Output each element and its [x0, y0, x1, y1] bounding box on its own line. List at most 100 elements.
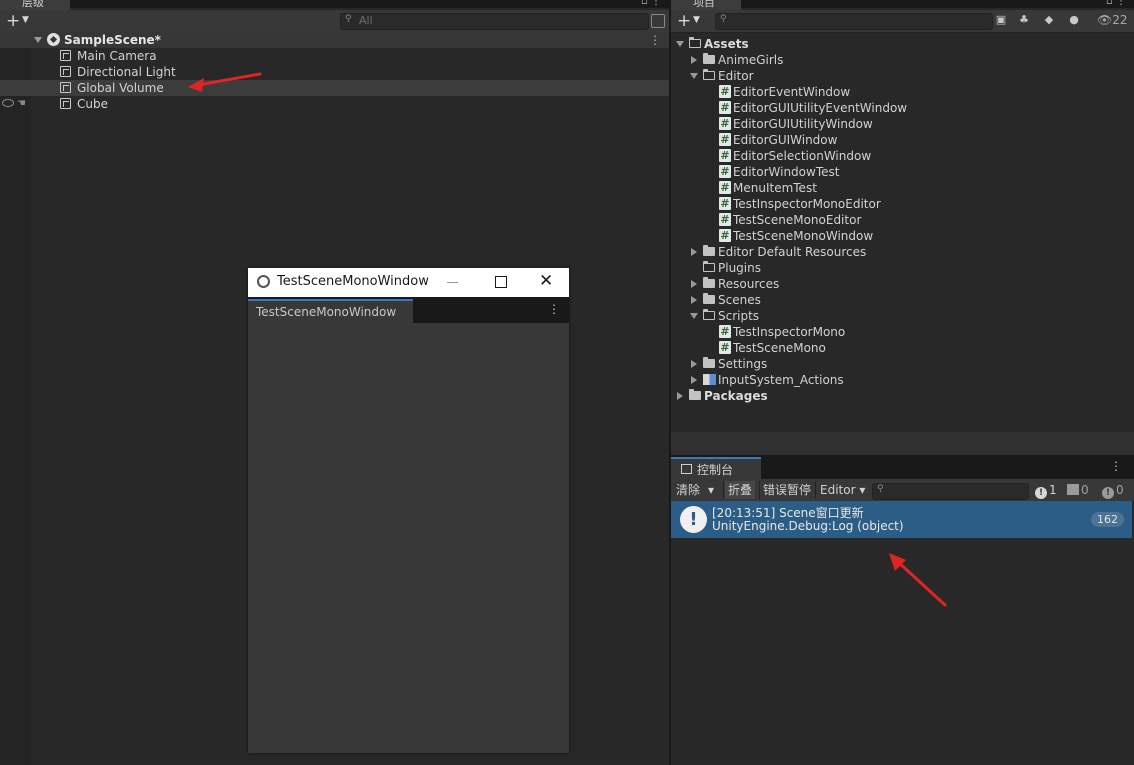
hierarchy-item-global-volume[interactable]: Global Volume: [0, 80, 669, 96]
search-filter-icon[interactable]: ▣: [994, 13, 1008, 27]
hierarchy-item-main-camera[interactable]: Main Camera: [0, 48, 669, 64]
filter-by-type-icon[interactable]: ♣: [1017, 13, 1031, 27]
error-count-toggle[interactable]: ! 0: [1102, 482, 1124, 499]
search-filter-icon[interactable]: [651, 14, 665, 28]
visibility-eye-icon[interactable]: [2, 99, 14, 107]
project-tree-item[interactable]: # MenuItemTest: [671, 180, 1134, 196]
console-menu-icon[interactable]: ⋮: [1110, 459, 1122, 473]
project-tree-item[interactable]: # EditorSelectionWindow: [671, 148, 1134, 164]
collapsed-arrow-icon[interactable]: [691, 376, 697, 384]
project-tree-item[interactable]: AnimeGirls: [671, 52, 1134, 68]
expanded-arrow-icon[interactable]: [690, 313, 698, 319]
hierarchy-item-directional-light[interactable]: Directional Light: [0, 64, 669, 80]
editor-target-dropdown[interactable]: Editor ▾: [817, 481, 868, 499]
expanded-arrow-icon[interactable]: [690, 73, 698, 79]
close-icon[interactable]: ✕: [539, 271, 553, 291]
hierarchy-item-label: Cube: [77, 97, 108, 111]
project-tree-item-label: Editor: [718, 69, 754, 83]
project-tree-item-label: TestSceneMonoWindow: [733, 229, 874, 243]
project-tree-item[interactable]: InputSystem_Actions: [671, 372, 1134, 388]
create-add-icon[interactable]: +: [6, 11, 20, 31]
hierarchy-item-cube[interactable]: ☚ Cube: [0, 96, 669, 112]
project-tree-item[interactable]: Plugins: [671, 260, 1134, 276]
warning-count-toggle[interactable]: 0: [1067, 482, 1089, 498]
window-menu-icon[interactable]: ⋮: [548, 302, 560, 316]
tab-test-scene-mono-window[interactable]: TestSceneMonoWindow: [248, 299, 413, 323]
hierarchy-tab-bar: [0, 0, 669, 8]
project-tab[interactable]: 项目: [671, 0, 741, 10]
search-icon: ⚲: [720, 14, 727, 24]
csharp-script-icon: #: [719, 149, 731, 162]
create-dropdown-icon[interactable]: ▼: [693, 15, 700, 25]
project-tree-item[interactable]: # TestSceneMono: [671, 340, 1134, 356]
filter-by-label-icon[interactable]: ◆: [1042, 13, 1056, 27]
hidden-count-value: 22: [1112, 13, 1128, 27]
hierarchy-visibility-gutter: [0, 32, 31, 765]
gameobject-cube-icon: [60, 50, 71, 61]
project-tree-item[interactable]: Editor Default Resources: [671, 244, 1134, 260]
project-tree-item[interactable]: # TestSceneMonoWindow: [671, 228, 1134, 244]
project-tree-item[interactable]: # EditorGUIUtilityWindow: [671, 116, 1134, 132]
error-pause-button[interactable]: 错误暂停: [760, 481, 814, 499]
folder-open-icon: [689, 37, 701, 48]
project-tree-item-label: Assets: [704, 37, 749, 51]
scene-menu-icon[interactable]: ⋮: [649, 32, 661, 48]
expanded-arrow-icon[interactable]: [676, 41, 684, 47]
collapse-button[interactable]: 折叠: [725, 481, 756, 499]
minimize-icon[interactable]: [447, 282, 458, 283]
panel-maximize-icon[interactable]: ▫ ⋮: [641, 0, 661, 7]
test-scene-mono-window[interactable]: TestSceneMonoWindow ✕ TestSceneMonoWindo…: [248, 268, 569, 753]
collapsed-arrow-icon[interactable]: [691, 360, 697, 368]
folder-icon: [703, 293, 715, 304]
console-search-input[interactable]: ⚲: [872, 483, 1029, 500]
project-tree-item[interactable]: # TestInspectorMonoEditor: [671, 196, 1134, 212]
filter-by-state-icon[interactable]: ●: [1067, 13, 1081, 27]
project-tree-item[interactable]: # TestSceneMonoEditor: [671, 212, 1134, 228]
error-count: 0: [1116, 483, 1124, 497]
project-tree-item[interactable]: Packages: [671, 388, 1134, 404]
project-tree-item[interactable]: # TestInspectorMono: [671, 324, 1134, 340]
collapsed-arrow-icon[interactable]: [691, 248, 697, 256]
collapsed-arrow-icon[interactable]: [677, 392, 683, 400]
create-dropdown-icon[interactable]: ▼: [22, 15, 29, 25]
hidden-packages-count[interactable]: 👁22: [1097, 13, 1128, 27]
collapsed-arrow-icon[interactable]: [691, 56, 697, 64]
project-tree-item[interactable]: # EditorEventWindow: [671, 84, 1134, 100]
console-log-entry[interactable]: ! [20:13:51] Scene窗口更新 UnityEngine.Debug…: [671, 501, 1132, 538]
project-tree-item[interactable]: Scenes: [671, 292, 1134, 308]
project-search-input[interactable]: ⚲: [715, 13, 993, 30]
project-tree-item[interactable]: # EditorWindowTest: [671, 164, 1134, 180]
hierarchy-search-input[interactable]: ⚲ All: [340, 13, 649, 30]
clear-button[interactable]: 清除: [673, 481, 703, 499]
project-tree-item[interactable]: Scripts: [671, 308, 1134, 324]
annotation-arrow-icon: [889, 553, 947, 607]
collapsed-arrow-icon[interactable]: [691, 296, 697, 304]
maximize-icon[interactable]: [495, 276, 507, 288]
project-tree-item-label: EditorGUIWindow: [733, 133, 838, 147]
search-icon: ⚲: [345, 14, 352, 24]
project-tree-item[interactable]: Resources: [671, 276, 1134, 292]
csharp-script-icon: #: [719, 325, 731, 338]
expand-arrow-icon[interactable]: [34, 37, 42, 43]
project-tree-item[interactable]: # EditorGUIWindow: [671, 132, 1134, 148]
tab-console[interactable]: 控制台: [671, 457, 761, 479]
create-add-icon[interactable]: +: [677, 11, 691, 31]
project-tree-item[interactable]: Editor: [671, 68, 1134, 84]
pickable-hand-icon[interactable]: ☚: [17, 98, 26, 109]
collapsed-arrow-icon[interactable]: [691, 280, 697, 288]
log-count-toggle[interactable]: ! 1: [1035, 482, 1057, 499]
project-tree-item[interactable]: Assets: [671, 36, 1134, 52]
warning-count: 0: [1081, 483, 1089, 497]
csharp-script-icon: #: [719, 133, 731, 146]
csharp-script-icon: #: [719, 213, 731, 226]
info-message-icon: !: [680, 506, 707, 533]
project-tree-item[interactable]: # EditorGUIUtilityEventWindow: [671, 100, 1134, 116]
project-tree-item[interactable]: Settings: [671, 356, 1134, 372]
hierarchy-tab[interactable]: 层级: [0, 0, 70, 10]
panel-maximize-icon[interactable]: ▫ ⋮: [1106, 0, 1126, 7]
folder-icon: [703, 245, 715, 256]
scene-row[interactable]: SampleScene* ⋮: [0, 32, 669, 48]
project-tree-item-label: TestInspectorMono: [733, 325, 846, 339]
window-title-bar[interactable]: TestSceneMonoWindow ✕: [248, 268, 569, 297]
clear-options-dropdown-icon[interactable]: ▾: [705, 481, 721, 499]
